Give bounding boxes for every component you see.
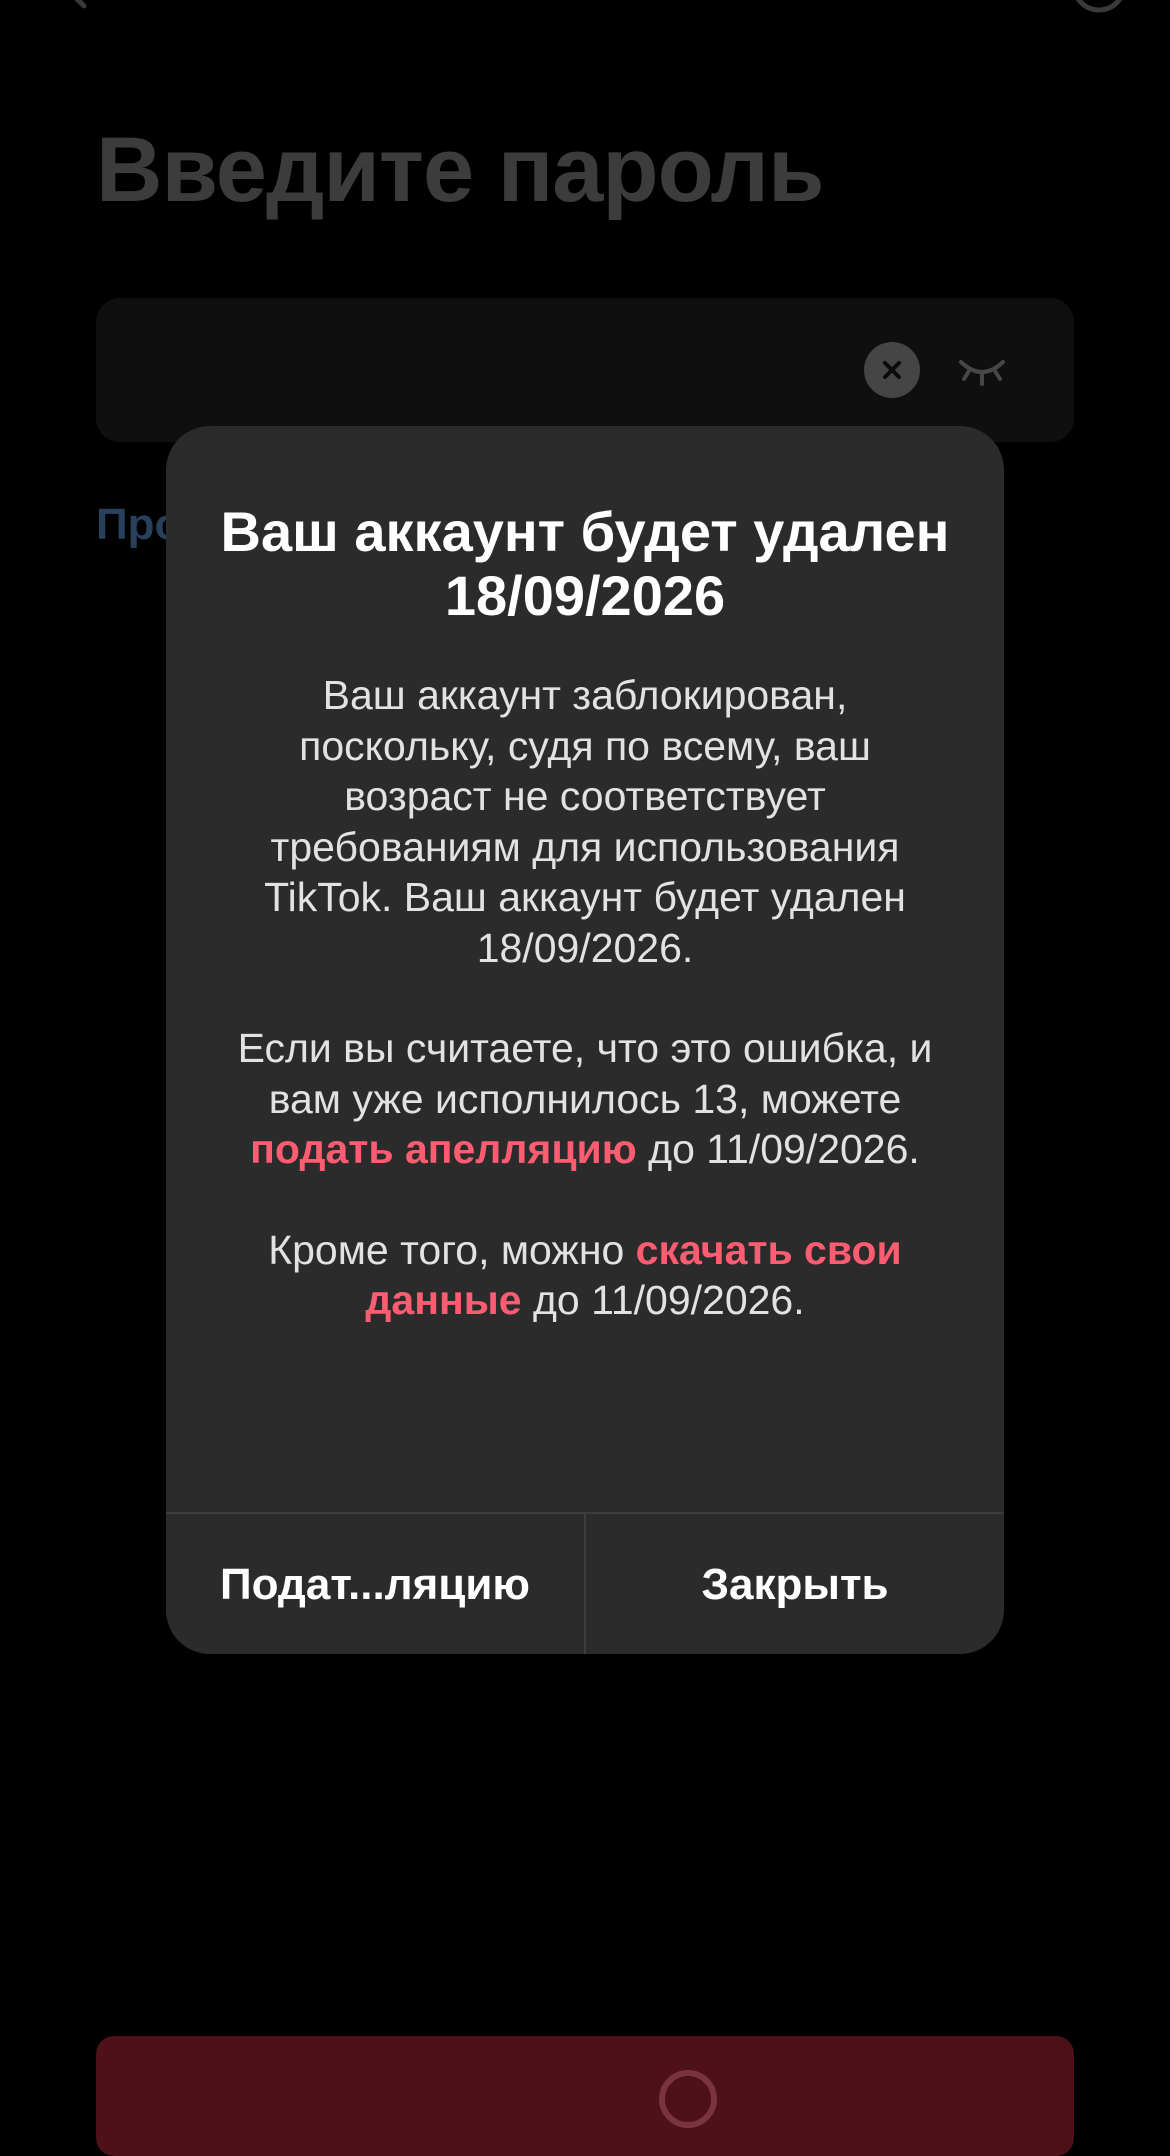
page-title: Введите пароль (96, 119, 825, 221)
appeal-text-after: до 11/09/2026. (636, 1126, 920, 1172)
dialog-body: Ваш аккаунт заблокирован, поскольку, суд… (222, 670, 948, 1376)
dialog-message-download: Кроме того, можно скачать свои данные до… (222, 1225, 948, 1326)
password-input[interactable] (96, 298, 1074, 442)
appeal-link[interactable]: подать апелляцию (250, 1126, 637, 1172)
dialog-title: Ваш аккаунт будет удален 18/09/2026 (220, 500, 950, 627)
download-text-after: до 11/09/2026. (521, 1277, 805, 1323)
appeal-button[interactable]: Подат...ляцию (166, 1514, 584, 1654)
appeal-text-before: Если вы считаете, что это ошибка, и вам … (237, 1025, 933, 1122)
download-text-before: Кроме того, можно (268, 1226, 636, 1273)
clear-x-icon[interactable] (864, 342, 920, 398)
help-circle-icon[interactable] (1070, 0, 1128, 14)
login-button[interactable] (96, 2036, 1074, 2156)
loading-spinner-icon (659, 2070, 717, 2128)
eye-closed-icon[interactable] (954, 342, 1010, 398)
dialog-actions: Подат...ляцию Закрыть (166, 1512, 1004, 1654)
account-deletion-dialog: Ваш аккаунт будет удален 18/09/2026 Ваш … (166, 426, 1004, 1654)
dialog-message-appeal: Если вы считаете, что это ошибка, и вам … (222, 1023, 948, 1175)
back-arrow-icon[interactable] (56, 0, 96, 10)
dialog-message-blocked: Ваш аккаунт заблокирован, поскольку, суд… (264, 672, 906, 971)
close-button[interactable]: Закрыть (584, 1514, 1004, 1654)
